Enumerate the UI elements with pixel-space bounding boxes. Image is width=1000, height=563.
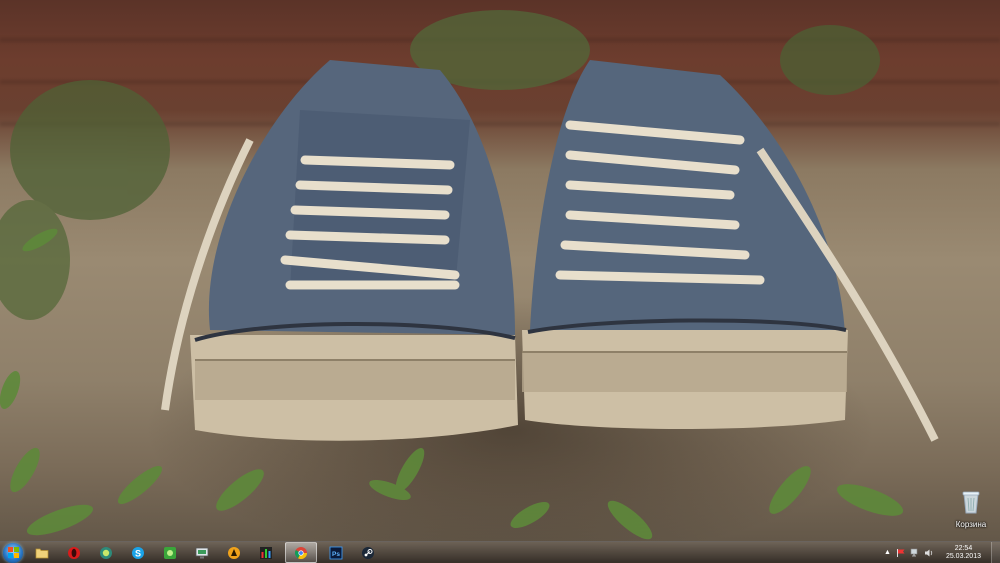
- photoshop-icon: Ps: [329, 546, 343, 559]
- recycle-bin-icon: [962, 491, 980, 514]
- opera-icon: [68, 546, 80, 559]
- taskbar-skype[interactable]: S: [125, 543, 151, 562]
- network-icon[interactable]: [910, 548, 920, 558]
- volume-icon[interactable]: [924, 548, 934, 558]
- taskbar-explorer[interactable]: [29, 543, 55, 562]
- svg-text:S: S: [135, 548, 141, 558]
- clock-time: 22:54: [954, 544, 973, 552]
- right-sneaker: [522, 60, 939, 442]
- green-square-app-icon: [164, 546, 176, 559]
- taskbar-photoshop[interactable]: Ps: [323, 543, 349, 562]
- taskbar-opera[interactable]: [61, 543, 87, 562]
- svg-text:Ps: Ps: [332, 551, 340, 558]
- taskbar-app-green-square[interactable]: [157, 543, 183, 562]
- flag-icon[interactable]: [896, 548, 906, 558]
- green-circle-app-icon: [100, 546, 112, 559]
- monitor-app-icon: [195, 547, 209, 558]
- system-tray: ▲ 22:54 25.03.2013: [884, 542, 1000, 563]
- taskbar: S Ps ▲ 22:54 25.03.2013: [0, 541, 1000, 563]
- left-sneaker: [161, 60, 518, 441]
- taskbar-app-green-circle[interactable]: [93, 543, 119, 562]
- orange-circle-app-icon: [228, 546, 240, 559]
- desktop-wallpaper: [0, 0, 1000, 562]
- taskbar-app-equalizer[interactable]: [253, 543, 279, 562]
- taskbar-chrome[interactable]: [285, 542, 317, 563]
- taskbar-steam[interactable]: [355, 543, 381, 562]
- equalizer-app-icon: [260, 546, 272, 559]
- windows-logo-icon: [7, 547, 19, 558]
- wallpaper-sneakers-image: [0, 10, 939, 540]
- clock-date: 25.03.2013: [945, 552, 981, 560]
- skype-icon: S: [132, 546, 144, 559]
- folder-icon: [35, 548, 49, 558]
- desktop-icon-recycle-bin[interactable]: Корзина: [950, 490, 992, 529]
- steam-icon: [362, 546, 374, 559]
- chrome-icon: [294, 546, 307, 559]
- show-desktop-button[interactable]: [991, 542, 1000, 563]
- taskbar-app-monitor[interactable]: [189, 543, 215, 562]
- tray-expand-arrow-icon[interactable]: ▲: [884, 549, 891, 556]
- taskbar-clock[interactable]: 22:54 25.03.2013: [946, 545, 981, 561]
- taskbar-app-orange-circle[interactable]: [221, 543, 247, 562]
- recycle-bin-label: Корзина: [955, 520, 987, 529]
- start-button[interactable]: [3, 542, 23, 563]
